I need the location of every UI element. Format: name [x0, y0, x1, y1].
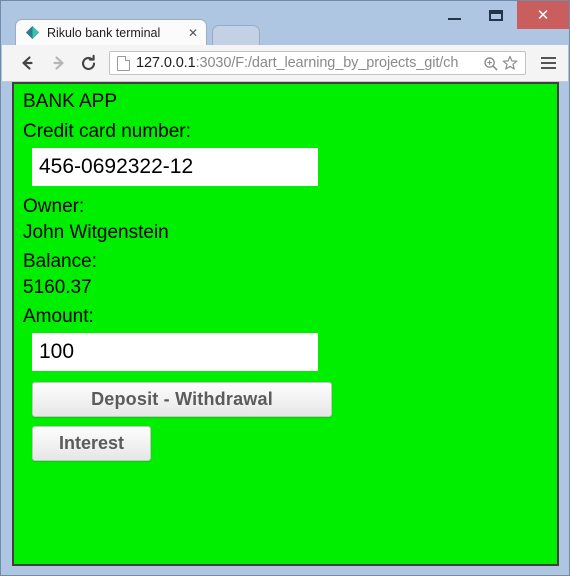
forward-arrow-icon: [53, 56, 64, 70]
amount-input[interactable]: [32, 333, 318, 371]
owner-label: Owner:: [23, 196, 85, 217]
menu-icon-line: [540, 57, 556, 59]
tab-strip: Rikulo bank terminal ✕: [1, 19, 569, 45]
tab-close-icon[interactable]: ✕: [186, 27, 200, 39]
balance-value: 5160.37: [23, 277, 92, 298]
page-viewport: BANK APP Credit card number: Owner: John…: [12, 82, 559, 566]
page-title: BANK APP: [23, 91, 117, 112]
browser-toolbar: 127.0.0.1:3030/F:/dart_learning_by_proje…: [2, 45, 568, 82]
credit-card-input[interactable]: [32, 148, 318, 186]
menu-icon-line: [540, 67, 556, 69]
browser-tab[interactable]: Rikulo bank terminal ✕: [15, 19, 207, 45]
reload-button[interactable]: [73, 48, 103, 78]
address-bar[interactable]: 127.0.0.1:3030/F:/dart_learning_by_proje…: [109, 51, 526, 75]
browser-window: ✕ Rikulo bank terminal ✕ 127.0.0.1:3030/…: [0, 0, 570, 576]
page-document-icon: [117, 55, 130, 71]
credit-card-label: Credit card number:: [23, 121, 191, 142]
rikulo-diamond-icon: [25, 25, 40, 40]
magnifier-icon[interactable]: [480, 56, 500, 71]
star-icon[interactable]: [500, 55, 520, 71]
amount-label: Amount:: [23, 306, 94, 327]
forward-button[interactable]: [43, 48, 73, 78]
interest-button[interactable]: Interest: [32, 426, 151, 461]
address-bar-host: 127.0.0.1: [136, 55, 196, 71]
new-tab-button[interactable]: [212, 25, 260, 45]
back-button[interactable]: [13, 48, 43, 78]
menu-icon-line: [540, 62, 556, 64]
address-bar-path: :3030/F:/dart_learning_by_projects_git/c…: [195, 55, 459, 71]
back-arrow-icon: [22, 56, 33, 70]
deposit-withdrawal-button[interactable]: Deposit - Withdrawal: [32, 382, 332, 417]
browser-menu-button[interactable]: [534, 49, 562, 77]
address-bar-url: 127.0.0.1:3030/F:/dart_learning_by_proje…: [136, 55, 480, 71]
balance-label: Balance:: [23, 251, 97, 272]
reload-icon: [81, 54, 95, 70]
owner-value: John Witgenstein: [23, 222, 169, 243]
tab-title: Rikulo bank terminal: [47, 25, 161, 40]
bank-app-page: BANK APP Credit card number: Owner: John…: [14, 84, 557, 564]
